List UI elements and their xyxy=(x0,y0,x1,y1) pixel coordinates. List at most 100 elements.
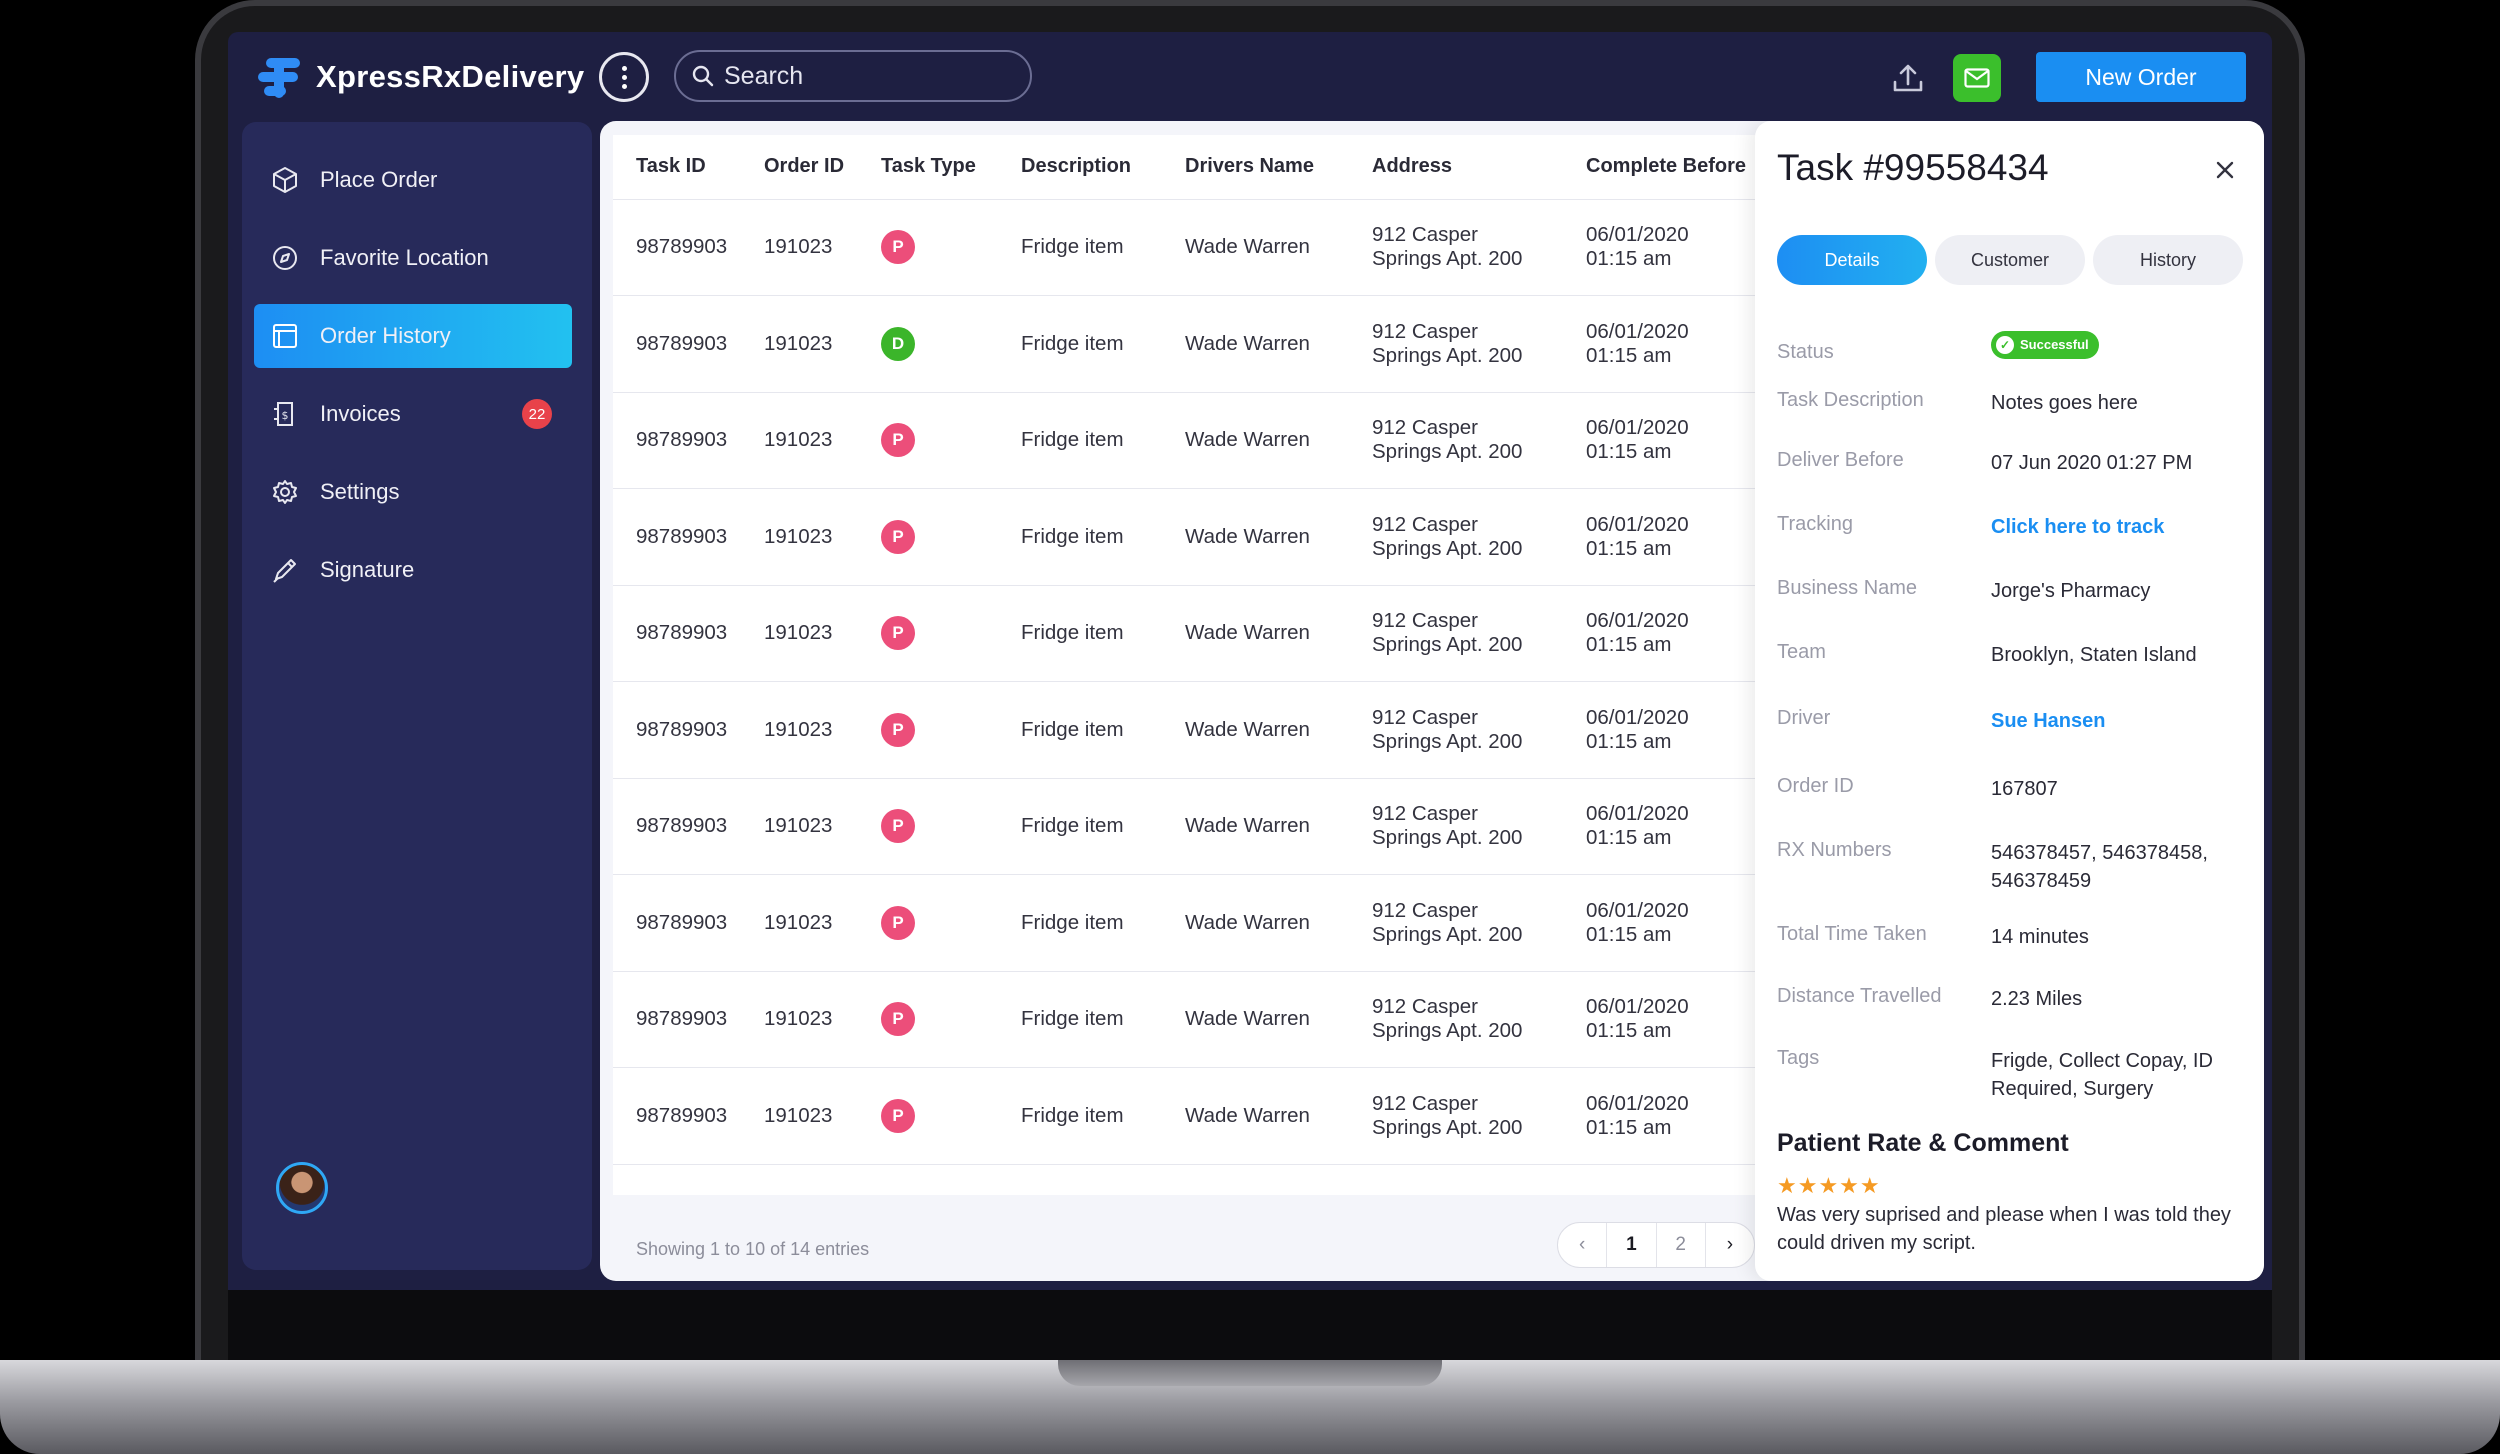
column-header-drivers-name[interactable]: Drivers Name xyxy=(1162,135,1349,200)
driver-name-cell: Wade Warren xyxy=(1162,392,1349,489)
table-row[interactable]: 98789903 191023 P Fridge item Wade Warren 912… xyxy=(613,971,1763,1068)
task-type-badge: P xyxy=(881,712,915,747)
description-cell: Fridge item xyxy=(998,681,1162,779)
user-avatar[interactable] xyxy=(276,1162,328,1214)
task-id-cell: 98789903 xyxy=(613,1067,741,1165)
search-icon xyxy=(692,65,714,87)
sidebar-item-order-history[interactable]: Order History xyxy=(254,304,572,368)
detail-row-total-time: Total Time Taken 14 minutes xyxy=(1777,923,2247,951)
task-type-cell: P xyxy=(858,1067,998,1165)
table-row[interactable]: 98789903 191023 P Fridge item Wade Warren 912… xyxy=(613,199,1763,296)
detail-row-distance: Distance Travelled 2.23 Miles xyxy=(1777,985,2247,1013)
upload-icon[interactable] xyxy=(1890,60,1926,96)
driver-link[interactable]: Sue Hansen xyxy=(1991,707,2247,735)
task-type-badge: P xyxy=(881,1098,915,1133)
tab-customer[interactable]: Customer xyxy=(1935,235,2085,285)
table-row[interactable]: 98789903 191023 P Fridge item Wade Warren 912… xyxy=(613,778,1763,875)
tab-history[interactable]: History xyxy=(2093,235,2243,285)
task-id-cell: 98789903 xyxy=(613,874,741,972)
laptop-chin xyxy=(228,1290,2272,1360)
new-order-button[interactable]: New Order xyxy=(2036,52,2246,102)
detail-tabs: Details Customer History xyxy=(1777,235,2243,285)
svg-text:$: $ xyxy=(282,409,289,422)
sidebar-item-label: Signature xyxy=(320,557,415,582)
gear-icon xyxy=(273,480,297,504)
task-type-badge: P xyxy=(881,1002,915,1037)
logo-icon xyxy=(258,54,304,100)
field-value: Notes goes here xyxy=(1991,392,2138,414)
field-label: Order ID xyxy=(1777,775,1854,797)
table-row[interactable]: 98789903 191023 P Fridge item Wade Warren 912… xyxy=(613,1067,1763,1165)
task-type-badge: P xyxy=(881,519,915,554)
driver-name-cell: Wade Warren xyxy=(1162,199,1349,296)
table-row[interactable]: 98789903 191023 P Fridge item Wade Warren 912… xyxy=(613,681,1763,779)
description-cell: Fridge item xyxy=(998,585,1162,682)
search-input[interactable] xyxy=(724,61,1004,91)
sidebar-item-label: Settings xyxy=(320,479,400,504)
column-header-task-id[interactable]: Task ID xyxy=(613,135,741,200)
table-row[interactable]: 98789903 191023 P Fridge item Wade Warren 912… xyxy=(613,874,1763,972)
detail-row-status: Status ✓ Successful xyxy=(1777,329,2247,364)
detail-row-order-id: Order ID 167807 xyxy=(1777,775,2247,803)
order-id-cell: 191023 xyxy=(741,1067,858,1165)
detail-row-rx-numbers: RX Numbers 546378457, 546378458, 5463784… xyxy=(1777,839,2247,895)
address-cell: 912 Casper Springs Apt. 200 xyxy=(1349,295,1563,393)
column-header-description[interactable]: Description xyxy=(998,135,1162,200)
task-id-cell: 98789903 xyxy=(613,778,741,875)
close-icon[interactable] xyxy=(2210,155,2240,185)
star-rating: ★★★★★ xyxy=(1777,1173,1881,1198)
description-cell: Fridge item xyxy=(998,392,1162,489)
column-header-complete-before[interactable]: Complete Before xyxy=(1563,135,1763,200)
messages-button[interactable] xyxy=(1953,54,2001,102)
column-header-task-type[interactable]: Task Type xyxy=(858,135,998,200)
next-page-button[interactable]: › xyxy=(1706,1223,1754,1267)
field-value: Jorge's Pharmacy xyxy=(1991,580,2151,602)
patient-comment: Was very suprised and please when I was … xyxy=(1777,1204,2231,1254)
order-id-cell: 191023 xyxy=(741,681,858,779)
address-cell: 912 Casper Springs Apt. 200 xyxy=(1349,681,1563,779)
sidebar-item-settings[interactable]: Settings xyxy=(254,460,572,524)
sidebar-item-favorite-location[interactable]: Favorite Location xyxy=(254,226,572,290)
detail-row-deliver-before: Deliver Before 07 Jun 2020 01:27 PM xyxy=(1777,449,2247,477)
sidebar-item-signature[interactable]: Signature xyxy=(254,538,572,602)
task-id-cell: 98789903 xyxy=(613,585,741,682)
field-label: Task Description xyxy=(1777,389,1924,411)
task-detail-panel: Task #99558434 Details Customer History … xyxy=(1755,121,2264,1281)
compass-icon xyxy=(273,246,297,270)
app-logo[interactable]: XpressRxDelivery xyxy=(258,54,584,100)
more-icon xyxy=(621,65,627,71)
prev-page-button[interactable]: ‹ xyxy=(1558,1223,1608,1267)
sidebar: Place Order Favorite Location Order Hist… xyxy=(242,122,592,1270)
tab-details[interactable]: Details xyxy=(1777,235,1927,285)
table-row[interactable]: 98789903 191023 P Fridge item Wade Warren 912… xyxy=(613,585,1763,682)
page-button-2[interactable]: 2 xyxy=(1657,1223,1706,1267)
tracking-link[interactable]: Click here to track xyxy=(1991,513,2247,541)
column-header-address[interactable]: Address xyxy=(1349,135,1563,200)
order-id-cell: 191023 xyxy=(741,295,858,393)
status-badge: ✓ Successful xyxy=(1991,331,2099,359)
sidebar-item-invoices[interactable]: $ Invoices 22 xyxy=(254,382,572,446)
sidebar-item-place-order[interactable]: Place Order xyxy=(254,148,572,212)
complete-before-cell: 06/01/2020 01:15 am xyxy=(1563,585,1763,682)
order-id-cell: 191023 xyxy=(741,874,858,972)
task-id-cell: 98789903 xyxy=(613,971,741,1068)
table-row[interactable]: 98789903 191023 D Fridge item Wade Warren 912… xyxy=(613,295,1763,393)
task-id-cell: 98789903 xyxy=(613,488,741,586)
pagination: ‹ 1 2 › xyxy=(1557,1222,1755,1268)
complete-before-cell: 06/01/2020 01:15 am xyxy=(1563,874,1763,972)
driver-name-cell: Wade Warren xyxy=(1162,295,1349,393)
column-header-order-id[interactable]: Order ID xyxy=(741,135,858,200)
description-cell: Fridge item xyxy=(998,874,1162,972)
sidebar-item-label: Order History xyxy=(320,323,451,348)
address-cell: 912 Casper Springs Apt. 200 xyxy=(1349,1067,1563,1165)
page-button-1[interactable]: 1 xyxy=(1607,1223,1657,1267)
laptop-notch xyxy=(1058,1360,1442,1386)
more-menu-button[interactable] xyxy=(599,52,649,102)
task-type-cell: P xyxy=(858,778,998,875)
task-type-cell: P xyxy=(858,681,998,779)
description-cell: Fridge item xyxy=(998,971,1162,1068)
table-row[interactable]: 98789903 191023 P Fridge item Wade Warren 912… xyxy=(613,488,1763,586)
search-box[interactable] xyxy=(674,50,1032,102)
table-row[interactable]: 98789903 191023 P Fridge item Wade Warren 912… xyxy=(613,392,1763,489)
box-icon xyxy=(273,167,297,193)
